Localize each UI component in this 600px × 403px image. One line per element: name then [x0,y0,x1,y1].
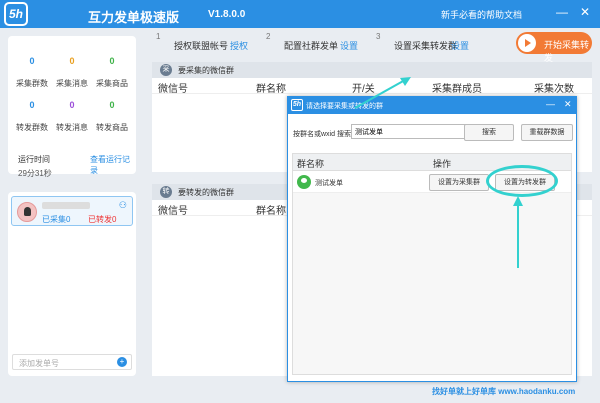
arrow-to-forward-head [513,196,523,206]
annotation-arrows [354,77,523,268]
arrow-to-step3-line [354,79,406,109]
watermark: 找好单就上好单库 www.haodanku.com [432,387,576,396]
